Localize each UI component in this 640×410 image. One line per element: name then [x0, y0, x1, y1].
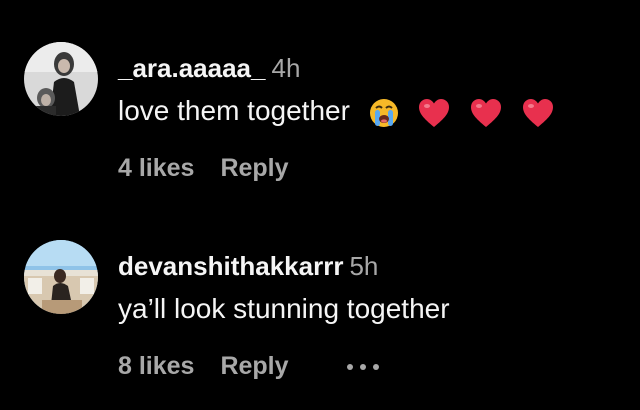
- crying-face-icon: [368, 97, 400, 129]
- reply-button[interactable]: Reply: [220, 352, 288, 380]
- comment-text-content: love them together: [118, 95, 350, 126]
- comment-text: ya’ll look stunning together: [118, 292, 450, 326]
- username[interactable]: _ara.aaaaa_: [118, 53, 265, 83]
- comment-text-content: ya’ll look stunning together: [118, 293, 450, 324]
- avatar-photo: [24, 42, 98, 116]
- reply-button[interactable]: Reply: [220, 154, 288, 182]
- red-heart-icon: [417, 97, 451, 129]
- avatar[interactable]: [24, 42, 98, 116]
- comment-actions: 4 likes Reply: [118, 152, 289, 184]
- comment-header: devanshithakkarrr 5h: [118, 250, 378, 282]
- username[interactable]: devanshithakkarrr: [118, 251, 343, 281]
- timestamp[interactable]: 5h: [349, 251, 378, 281]
- avatar[interactable]: [24, 240, 98, 314]
- comment-actions: 8 likes Reply: [118, 350, 381, 382]
- likes-count[interactable]: 8 likes: [118, 352, 194, 380]
- likes-count[interactable]: 4 likes: [118, 154, 194, 182]
- red-heart-icon: [521, 97, 555, 129]
- more-options-icon[interactable]: [345, 362, 381, 372]
- red-heart-icon: [469, 97, 503, 129]
- timestamp[interactable]: 4h: [271, 53, 300, 83]
- comment-header: _ara.aaaaa_ 4h: [118, 52, 300, 84]
- comment-text: love them together: [118, 94, 555, 129]
- avatar-photo: [24, 240, 98, 314]
